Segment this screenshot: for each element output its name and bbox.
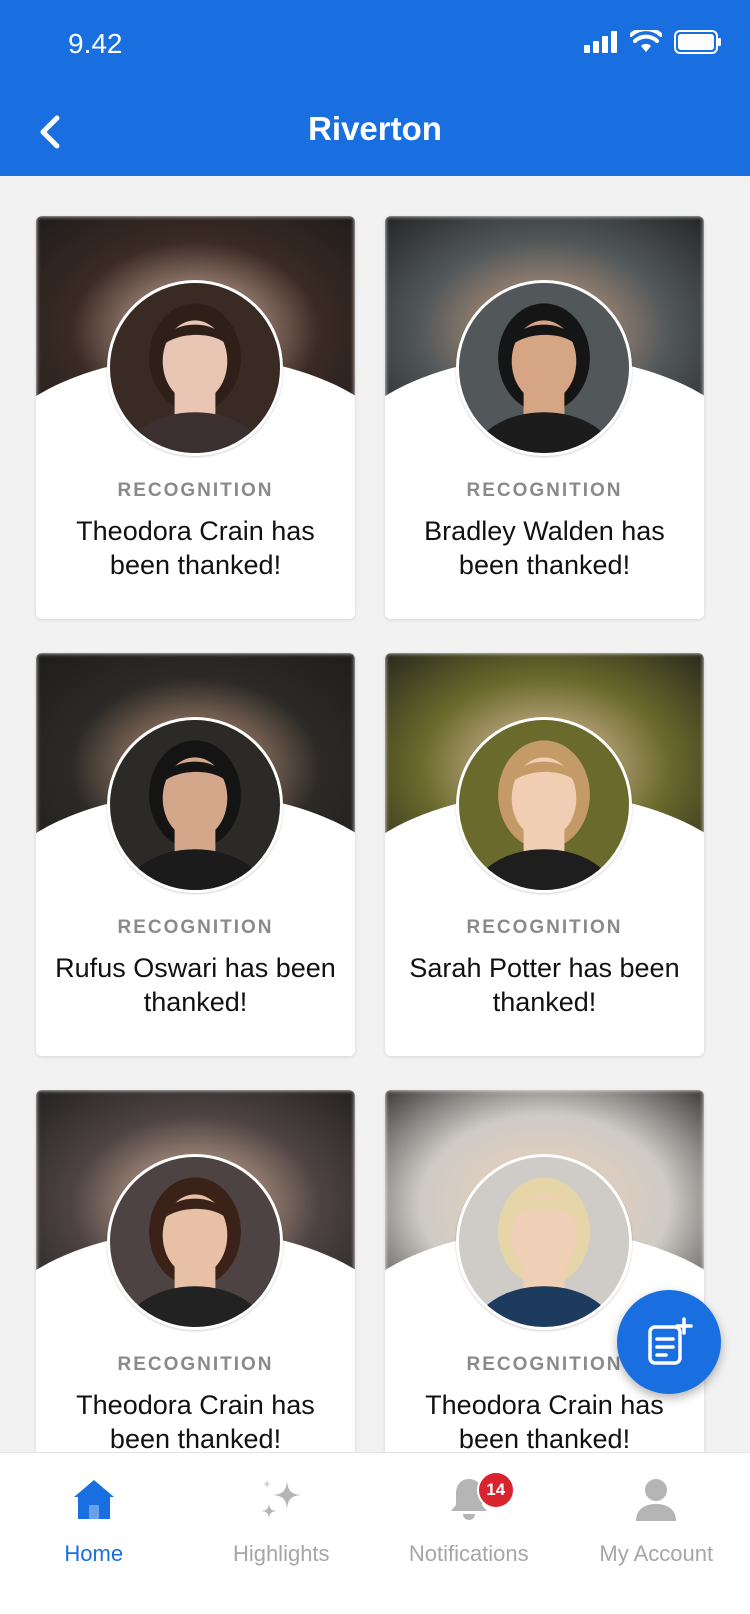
new-post-button[interactable] [617,1290,721,1394]
card-category-label: RECOGNITION [117,480,274,501]
avatar [107,280,283,456]
avatar-photo [110,720,280,890]
new-post-icon [648,1317,693,1365]
avatar-photo [110,1157,280,1327]
avatar-photo [110,283,280,453]
bottom-nav: Home Highlights 14 Notifications My Acco… [0,1452,750,1614]
app-header: 9.42 Riverton [0,0,750,176]
avatar [107,717,283,893]
avatar [456,717,632,893]
card-category-label: RECOGNITION [117,917,274,938]
card-category-label: RECOGNITION [117,1354,274,1375]
notification-badge: 14 [476,1471,515,1509]
wifi-icon [630,30,662,52]
recognition-card[interactable]: RECOGNITION Rufus Oswari has been thanke… [36,653,355,1056]
card-category-label: RECOGNITION [466,917,623,938]
signal-icon [584,31,617,53]
nav-item-notifications[interactable]: 14 Notifications [375,1453,563,1614]
recognition-card[interactable]: RECOGNITION Theodora Crain has been than… [36,1090,355,1493]
nav-item-my-account[interactable]: My Account [563,1453,750,1614]
nav-label: My Account [599,1541,714,1566]
recognition-card[interactable]: RECOGNITION Bradley Walden has been than… [385,216,704,619]
card-message: Theodora Crain has been thanked! [425,1390,664,1454]
home-icon [73,1480,114,1519]
recognition-grid: RECOGNITION Theodora Crain has been than… [36,216,704,1493]
recognition-card[interactable]: RECOGNITION Theodora Crain has been than… [36,216,355,619]
card-message: Bradley Walden has been thanked! [424,516,665,580]
nav-label: Notifications [408,1541,529,1566]
recognition-card[interactable]: RECOGNITION Sarah Potter has been thanke… [385,653,704,1056]
nav-label: Home [64,1541,124,1566]
card-message: Rufus Oswari has been thanked! [55,953,336,1017]
battery-icon [674,30,721,54]
card-message: Theodora Crain has been thanked! [76,1390,315,1454]
card-message: Theodora Crain has been thanked! [76,516,315,580]
nav-label: Highlights [232,1541,330,1566]
person-icon [636,1479,677,1521]
avatar [456,1154,632,1330]
avatar-photo [459,720,629,890]
nav-item-highlights[interactable]: Highlights [188,1453,376,1614]
nav-item-home[interactable]: Home [0,1453,188,1614]
card-message: Sarah Potter has been thanked! [409,953,680,1017]
page-title: Riverton [308,110,442,147]
avatar-photo [459,283,629,453]
status-icons [584,30,722,54]
status-time: 9.42 [68,28,123,59]
sparkle-icon [261,1479,302,1519]
avatar [107,1154,283,1330]
avatar-photo [459,1157,629,1327]
card-category-label: RECOGNITION [466,480,623,501]
avatar [456,280,632,456]
